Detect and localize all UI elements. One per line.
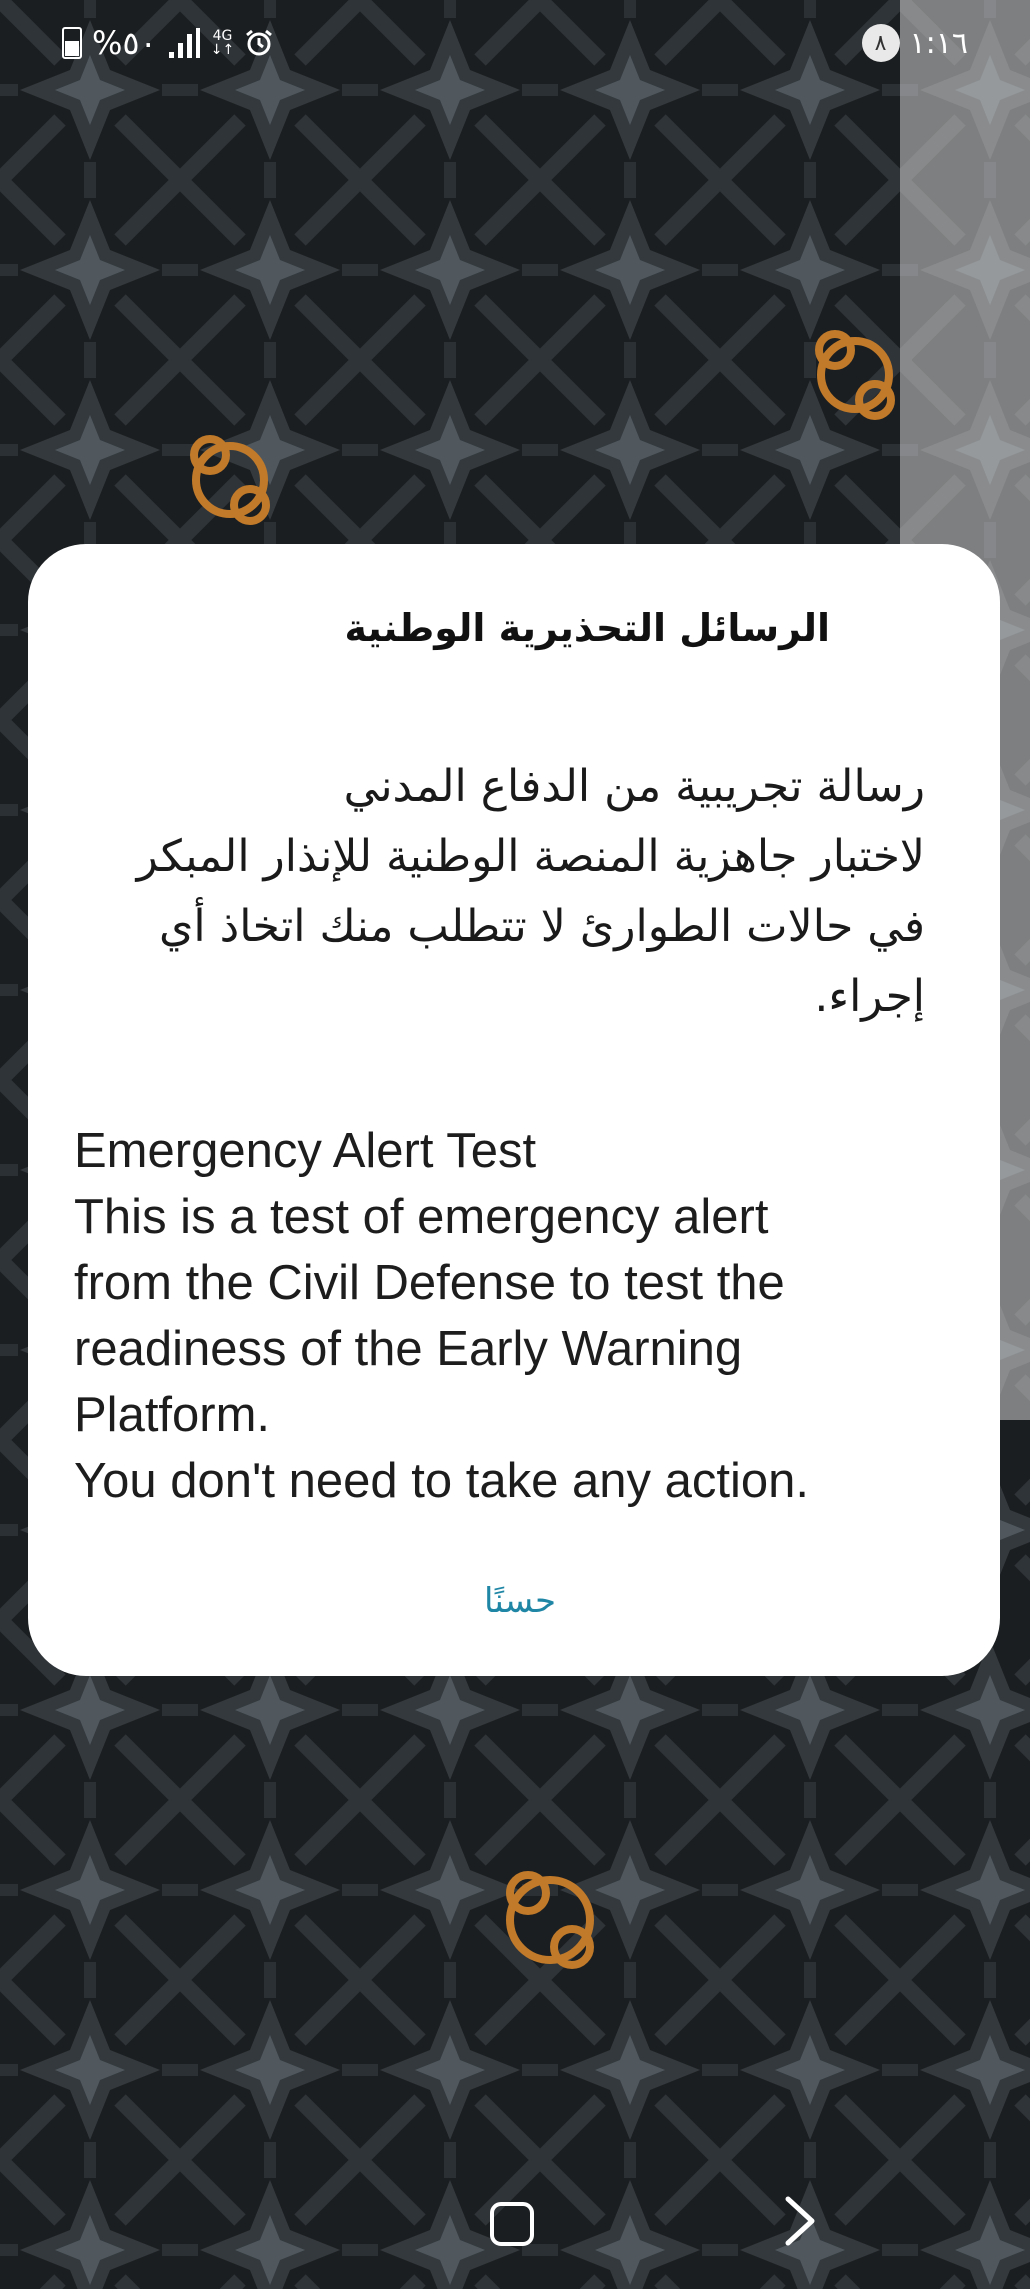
dialog-title: الرسائل التحذيرية الوطنية [344,606,830,650]
network-indicator: 4G ↓↑ [211,29,234,57]
network-type: 4G [212,28,233,44]
status-bar-left: %٥٠ 4G ↓↑ [62,20,274,66]
arabic-line: إجراء. [814,971,925,1022]
english-line: readiness of the Early Warning [74,1322,743,1376]
chevron-right-icon[interactable] [780,2193,820,2249]
network-arrows: ↓↑ [210,42,235,58]
english-line: You don't need to take any action. [74,1454,809,1508]
ok-button[interactable]: حسنًا [442,1570,598,1632]
english-line: Platform. [74,1388,271,1442]
english-line: Emergency Alert Test [74,1124,537,1178]
notification-count-badge: ٨ [861,24,900,62]
battery-icon [62,27,82,59]
english-message: Emergency Alert Test This is a test of e… [74,1118,974,1514]
arabic-message: رسالة تجريبية من الدفاع المدني لاختبار ج… [65,752,925,1032]
signal-bars-icon [168,28,200,58]
clock: ١:١٦ [909,25,968,61]
emergency-alert-dialog: الرسائل التحذيرية الوطنية رسالة تجريبية … [28,544,1000,1676]
english-line: from the Civil Defense to test the [74,1256,785,1310]
status-bar: %٥٠ 4G ↓↑ ٨ ١:١٦ [0,0,1030,90]
arabic-line: لاختبار جاهزية المنصة الوطنية للإنذار ال… [136,831,925,882]
english-line: This is a test of emergency alert [74,1190,769,1244]
arabic-line: رسالة تجريبية من الدفاع المدني [343,761,925,812]
status-bar-right: ٨ ١:١٦ [861,20,968,66]
arabic-line: في حالات الطوارئ لا تتطلب منك اتخاذ أي [158,901,925,952]
home-icon[interactable] [490,2202,534,2246]
battery-percent: %٥٠ [92,24,157,62]
alarm-icon [246,29,273,56]
